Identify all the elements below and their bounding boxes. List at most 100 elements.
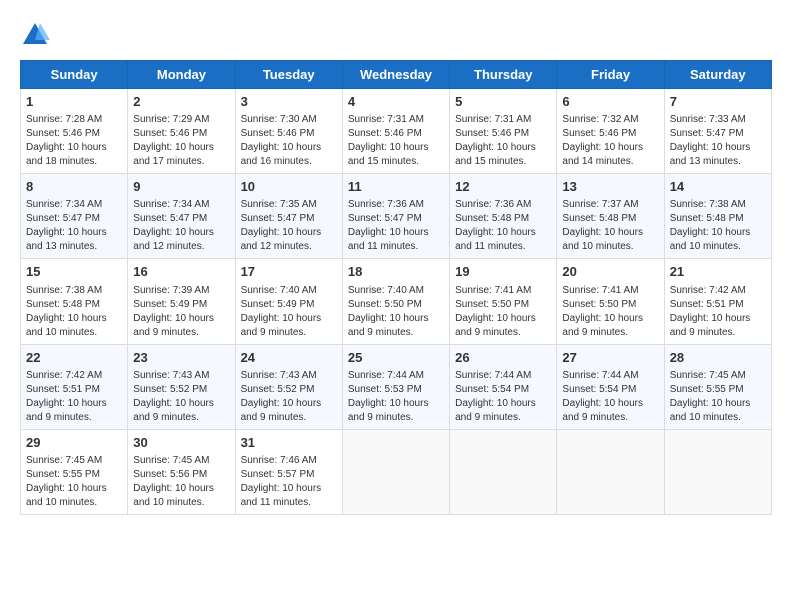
day-info: Sunrise: 7:40 AM <box>348 284 444 298</box>
day-info: Daylight: 10 hours <box>26 397 122 411</box>
day-info: Sunrise: 7:44 AM <box>562 369 658 383</box>
day-info: Sunrise: 7:46 AM <box>241 454 337 468</box>
calendar-day-header: Monday <box>128 61 235 89</box>
calendar-day-header: Saturday <box>664 61 771 89</box>
day-info: Sunrise: 7:37 AM <box>562 198 658 212</box>
day-number: 15 <box>26 263 122 281</box>
day-info: and 17 minutes. <box>133 155 229 169</box>
day-info: Sunset: 5:53 PM <box>348 383 444 397</box>
day-number: 28 <box>670 349 766 367</box>
day-info: and 9 minutes. <box>455 411 551 425</box>
calendar-cell: 7Sunrise: 7:33 AMSunset: 5:47 PMDaylight… <box>664 89 771 174</box>
calendar-cell: 2Sunrise: 7:29 AMSunset: 5:46 PMDaylight… <box>128 89 235 174</box>
day-info: Sunset: 5:52 PM <box>241 383 337 397</box>
day-number: 6 <box>562 93 658 111</box>
day-info: Daylight: 10 hours <box>26 312 122 326</box>
page-header <box>20 20 772 50</box>
day-info: and 11 minutes. <box>241 496 337 510</box>
calendar-cell: 13Sunrise: 7:37 AMSunset: 5:48 PMDayligh… <box>557 174 664 259</box>
calendar-cell: 4Sunrise: 7:31 AMSunset: 5:46 PMDaylight… <box>342 89 449 174</box>
day-number: 25 <box>348 349 444 367</box>
calendar-table: SundayMondayTuesdayWednesdayThursdayFrid… <box>20 60 772 515</box>
day-info: Daylight: 10 hours <box>455 226 551 240</box>
calendar-cell: 14Sunrise: 7:38 AMSunset: 5:48 PMDayligh… <box>664 174 771 259</box>
day-info: Sunrise: 7:41 AM <box>455 284 551 298</box>
calendar-cell: 26Sunrise: 7:44 AMSunset: 5:54 PMDayligh… <box>450 344 557 429</box>
day-info: Sunset: 5:51 PM <box>26 383 122 397</box>
day-info: Daylight: 10 hours <box>562 141 658 155</box>
day-info: Sunset: 5:47 PM <box>26 212 122 226</box>
day-info: and 9 minutes. <box>133 411 229 425</box>
calendar-row: 1Sunrise: 7:28 AMSunset: 5:46 PMDaylight… <box>21 89 772 174</box>
day-number: 10 <box>241 178 337 196</box>
day-number: 8 <box>26 178 122 196</box>
day-info: Daylight: 10 hours <box>26 141 122 155</box>
day-info: Sunrise: 7:38 AM <box>670 198 766 212</box>
day-info: Sunset: 5:49 PM <box>133 298 229 312</box>
logo <box>20 20 54 50</box>
day-number: 24 <box>241 349 337 367</box>
day-number: 22 <box>26 349 122 367</box>
calendar-cell: 18Sunrise: 7:40 AMSunset: 5:50 PMDayligh… <box>342 259 449 344</box>
day-info: Sunrise: 7:34 AM <box>26 198 122 212</box>
day-info: and 9 minutes. <box>562 411 658 425</box>
day-info: Daylight: 10 hours <box>670 226 766 240</box>
day-number: 7 <box>670 93 766 111</box>
day-info: and 15 minutes. <box>455 155 551 169</box>
calendar-row: 29Sunrise: 7:45 AMSunset: 5:55 PMDayligh… <box>21 429 772 514</box>
day-info: Sunset: 5:48 PM <box>562 212 658 226</box>
day-info: Daylight: 10 hours <box>348 397 444 411</box>
day-info: Sunrise: 7:43 AM <box>133 369 229 383</box>
day-info: Sunset: 5:46 PM <box>26 127 122 141</box>
day-info: Sunset: 5:47 PM <box>241 212 337 226</box>
day-info: and 12 minutes. <box>133 240 229 254</box>
day-info: Daylight: 10 hours <box>670 397 766 411</box>
day-info: Sunrise: 7:45 AM <box>26 454 122 468</box>
day-info: Sunset: 5:57 PM <box>241 468 337 482</box>
day-info: Sunrise: 7:45 AM <box>670 369 766 383</box>
day-info: Sunset: 5:50 PM <box>455 298 551 312</box>
day-info: and 9 minutes. <box>241 411 337 425</box>
day-info: Sunset: 5:46 PM <box>562 127 658 141</box>
day-info: Sunrise: 7:30 AM <box>241 113 337 127</box>
day-number: 23 <box>133 349 229 367</box>
day-info: Sunset: 5:56 PM <box>133 468 229 482</box>
day-number: 26 <box>455 349 551 367</box>
day-info: Sunset: 5:54 PM <box>562 383 658 397</box>
day-info: Sunrise: 7:35 AM <box>241 198 337 212</box>
calendar-cell <box>450 429 557 514</box>
day-info: Sunset: 5:52 PM <box>133 383 229 397</box>
day-info: Sunrise: 7:28 AM <box>26 113 122 127</box>
calendar-cell: 5Sunrise: 7:31 AMSunset: 5:46 PMDaylight… <box>450 89 557 174</box>
day-number: 20 <box>562 263 658 281</box>
day-info: Sunrise: 7:38 AM <box>26 284 122 298</box>
day-info: and 10 minutes. <box>562 240 658 254</box>
calendar-cell: 11Sunrise: 7:36 AMSunset: 5:47 PMDayligh… <box>342 174 449 259</box>
day-info: Sunset: 5:51 PM <box>670 298 766 312</box>
day-number: 13 <box>562 178 658 196</box>
calendar-cell: 22Sunrise: 7:42 AMSunset: 5:51 PMDayligh… <box>21 344 128 429</box>
day-info: Daylight: 10 hours <box>455 312 551 326</box>
day-number: 3 <box>241 93 337 111</box>
day-info: Daylight: 10 hours <box>133 141 229 155</box>
day-info: Sunset: 5:50 PM <box>348 298 444 312</box>
calendar-cell: 25Sunrise: 7:44 AMSunset: 5:53 PMDayligh… <box>342 344 449 429</box>
day-info: and 9 minutes. <box>562 326 658 340</box>
day-number: 16 <box>133 263 229 281</box>
calendar-cell: 1Sunrise: 7:28 AMSunset: 5:46 PMDaylight… <box>21 89 128 174</box>
day-info: Daylight: 10 hours <box>241 226 337 240</box>
day-info: and 10 minutes. <box>26 326 122 340</box>
calendar-cell: 17Sunrise: 7:40 AMSunset: 5:49 PMDayligh… <box>235 259 342 344</box>
day-info: and 12 minutes. <box>241 240 337 254</box>
day-info: Sunset: 5:46 PM <box>241 127 337 141</box>
day-info: Daylight: 10 hours <box>455 397 551 411</box>
day-info: and 9 minutes. <box>348 326 444 340</box>
day-info: Sunset: 5:49 PM <box>241 298 337 312</box>
calendar-header-row: SundayMondayTuesdayWednesdayThursdayFrid… <box>21 61 772 89</box>
day-number: 29 <box>26 434 122 452</box>
day-info: Daylight: 10 hours <box>348 312 444 326</box>
day-info: Daylight: 10 hours <box>348 141 444 155</box>
day-number: 27 <box>562 349 658 367</box>
day-info: Daylight: 10 hours <box>670 312 766 326</box>
day-info: Sunrise: 7:41 AM <box>562 284 658 298</box>
